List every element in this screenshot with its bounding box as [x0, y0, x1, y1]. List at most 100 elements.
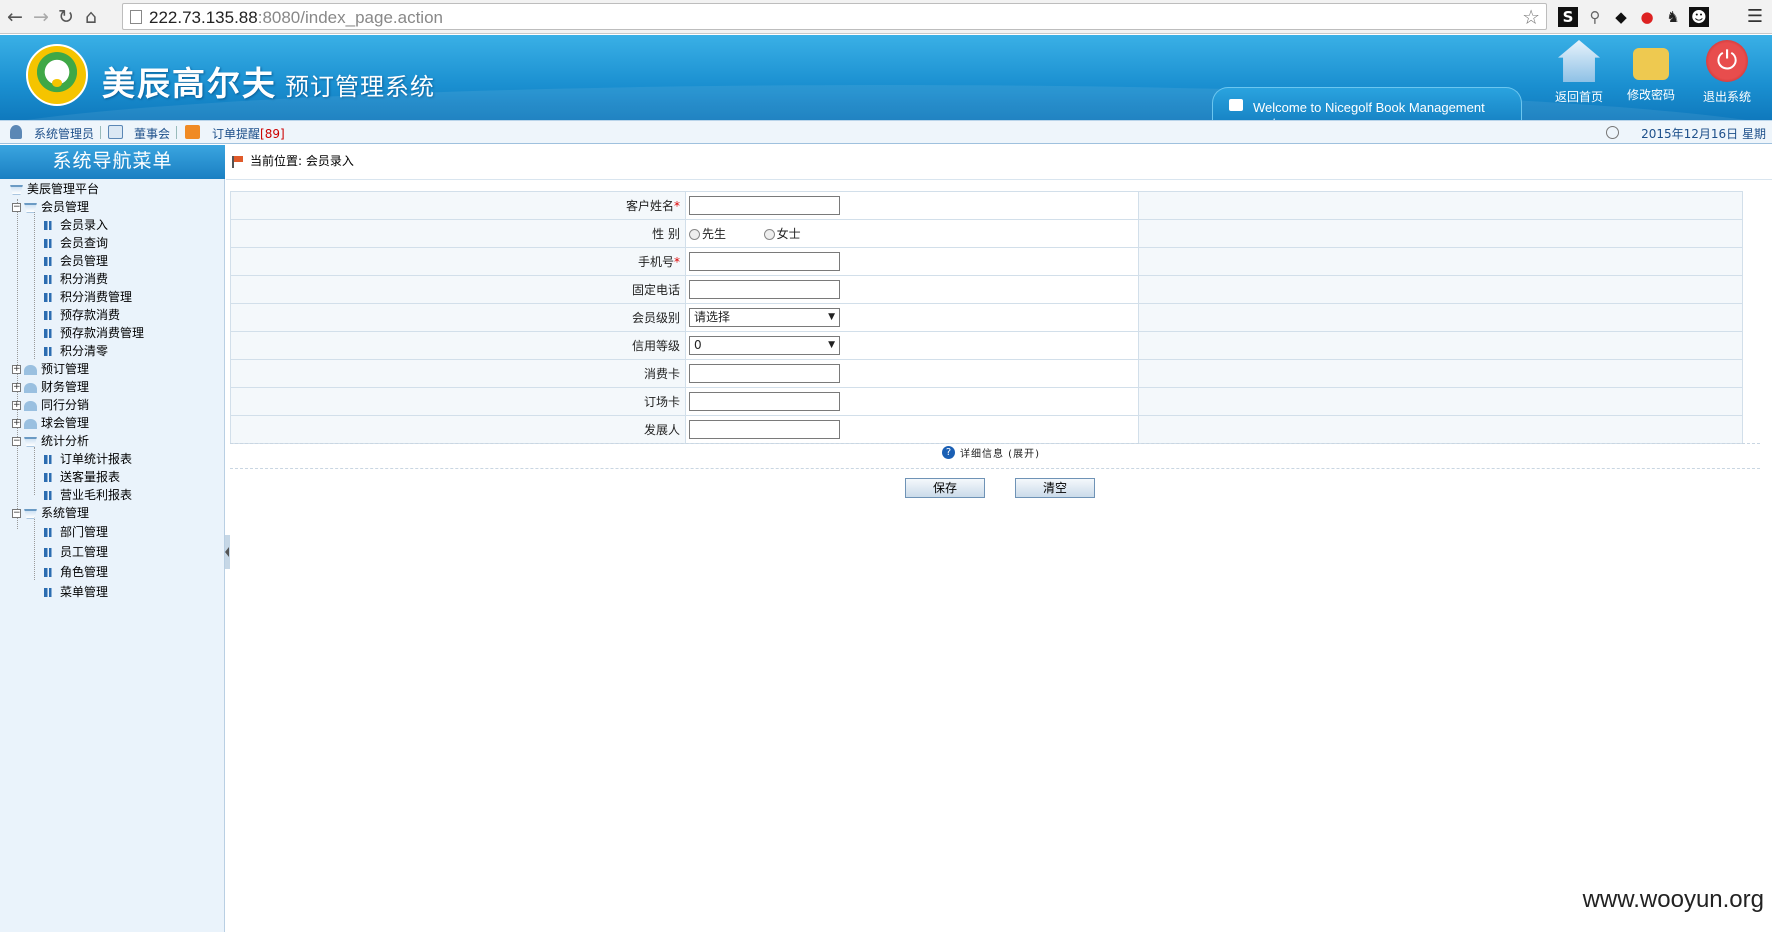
nicegolf-logo [26, 44, 88, 106]
tree-line [34, 447, 35, 495]
url-path: :8080/index_page.action [257, 8, 443, 27]
sidebar-group-label: 球会管理 [41, 416, 90, 430]
sidebar-group-member[interactable]: − 会员管理 [12, 199, 89, 215]
sidebar-group-finance[interactable]: + 财务管理 [12, 379, 89, 395]
booking-card-input[interactable] [689, 392, 840, 411]
order-alert-label: 订单提醒 [212, 127, 261, 141]
expand-icon[interactable]: + [12, 383, 21, 392]
exit-button[interactable]: ⏻ 退出系统 [1693, 40, 1761, 105]
magnifier-icon[interactable]: ⚲ [1585, 7, 1605, 27]
url-text[interactable]: 222.73.135.88:8080/index_page.action [149, 8, 443, 28]
angry-bird-icon[interactable]: ● [1637, 7, 1657, 27]
sidebar-item-points-consume-manage[interactable]: 积分消费管理 [44, 289, 132, 305]
clock-icon [1606, 126, 1619, 139]
address-bar[interactable]: 222.73.135.88:8080/index_page.action ☆ [122, 3, 1547, 30]
sogou-s-icon[interactable]: S [1558, 7, 1578, 27]
sidebar-group-booking[interactable]: + 预订管理 [12, 361, 89, 377]
sidebar-item-member-query[interactable]: 会员查询 [44, 235, 108, 251]
detail-toggle[interactable]: ? 详细信息 (展开) [230, 443, 1760, 469]
sidebar-item-points-consume[interactable]: 积分消费 [44, 271, 108, 287]
notepad-icon [1229, 99, 1243, 111]
consumption-card-input[interactable] [689, 364, 840, 383]
reload-icon[interactable]: ↻ [55, 6, 77, 28]
developer-input[interactable] [689, 420, 840, 439]
sidebar-item-prepaid-consume[interactable]: 预存款消费 [44, 307, 120, 323]
date-display: 2015年12月16日 星期 [1641, 127, 1766, 141]
clear-button[interactable]: 清空 [1015, 478, 1095, 498]
gender-female-radio[interactable] [763, 229, 775, 240]
current-user[interactable]: 系统管理员 [34, 125, 94, 142]
gender-male-label: 先生 [702, 227, 727, 241]
sidebar-collapse-handle[interactable] [225, 535, 230, 569]
home-icon[interactable]: ⌂ [80, 6, 102, 28]
mobile-input[interactable] [689, 252, 840, 271]
brand-title: 美辰高尔夫 [102, 64, 277, 103]
divider [100, 126, 101, 139]
spacer-cell [1138, 359, 1743, 388]
sidebar-item-member-entry[interactable]: 会员录入 [44, 217, 108, 233]
sidebar-item-gross-profit-report[interactable]: 营业毛利报表 [44, 487, 132, 503]
form-row-mobile: 手机号* [230, 247, 1743, 276]
expand-icon[interactable]: + [12, 401, 21, 410]
sidebar-item-employee[interactable]: 员工管理 [44, 544, 108, 560]
sidebar-group-system[interactable]: − 系统管理 [12, 505, 89, 521]
save-button[interactable]: 保存 [905, 478, 985, 498]
field-value: 0 [685, 331, 1139, 360]
member-level-select[interactable]: 请选择 [689, 308, 840, 327]
sidebar-group-distribution[interactable]: + 同行分销 [12, 397, 89, 413]
url-host: 222.73.135.88 [149, 8, 258, 27]
board-icon [108, 125, 123, 139]
tree-root[interactable]: 美辰管理平台 [10, 181, 99, 197]
page-icon [44, 528, 55, 537]
folder-closed-icon [24, 400, 37, 411]
folder-open-icon [24, 508, 37, 519]
page-icon [44, 311, 55, 320]
gender-male-radio[interactable] [689, 229, 700, 240]
credit-level-select[interactable]: 0 [689, 336, 840, 355]
sidebar-item-label: 积分清零 [60, 344, 109, 358]
name-label: 客户姓名 [625, 199, 674, 213]
back-icon[interactable]: ← [4, 6, 26, 28]
form-row-phone: 固定电话 [230, 275, 1743, 304]
sidebar-group-club[interactable]: + 球会管理 [12, 415, 89, 431]
landline-input[interactable] [689, 280, 840, 299]
collapse-icon[interactable]: − [12, 509, 21, 518]
diamond-icon[interactable]: ◆ [1611, 7, 1631, 27]
exit-button-label: 退出系统 [1702, 90, 1751, 104]
sidebar-item-guest-volume-report[interactable]: 送客量报表 [44, 469, 120, 485]
page-icon [130, 10, 142, 24]
collapse-icon[interactable]: − [12, 437, 21, 446]
sidebar-item-label: 订单统计报表 [60, 452, 133, 466]
sidebar-item-order-report[interactable]: 订单统计报表 [44, 451, 132, 467]
sidebar-item-menu[interactable]: 菜单管理 [44, 584, 108, 600]
page-icon [44, 257, 55, 266]
sidebar-item-department[interactable]: 部门管理 [44, 524, 108, 540]
board-link[interactable]: 董事会 [134, 125, 170, 142]
bookmark-star-icon[interactable]: ☆ [1522, 5, 1540, 29]
member-entry-form: 客户姓名* 性 别 先生 女士 手机号* 固定电话 会员级别 请选择 信用等级 … [230, 191, 1743, 444]
expand-icon[interactable]: + [12, 365, 21, 374]
field-value: 请选择 [685, 303, 1139, 332]
sidebar-item-label: 部门管理 [60, 525, 109, 539]
divider [226, 179, 1772, 180]
sidebar-item-label: 预存款消费 [60, 308, 121, 322]
sidebar-group-label: 财务管理 [41, 380, 90, 394]
spacer-cell [1138, 331, 1743, 360]
mask-icon[interactable]: ☻ [1689, 7, 1709, 27]
sidebar-group-statistics[interactable]: − 统计分析 [12, 433, 89, 449]
sidebar-item-prepaid-consume-manage[interactable]: 预存款消费管理 [44, 325, 144, 341]
forward-icon[interactable]: → [30, 6, 52, 28]
order-alert-link[interactable]: 订单提醒[89] [212, 125, 285, 142]
collapse-icon[interactable]: − [12, 203, 21, 212]
house-icon [1558, 40, 1600, 82]
expand-icon[interactable]: + [12, 419, 21, 428]
sidebar-item-role[interactable]: 角色管理 [44, 564, 108, 580]
home-button[interactable]: 返回首页 [1545, 40, 1613, 105]
change-password-button[interactable]: 修改密码 [1617, 40, 1685, 103]
customer-name-input[interactable] [689, 196, 840, 215]
mobile-label: 手机号 [637, 255, 674, 269]
sidebar-item-points-reset[interactable]: 积分清零 [44, 343, 108, 359]
menu-icon[interactable]: ☰ [1745, 7, 1765, 27]
ninja-icon[interactable]: ♞ [1663, 7, 1683, 27]
sidebar-item-member-manage[interactable]: 会员管理 [44, 253, 108, 269]
